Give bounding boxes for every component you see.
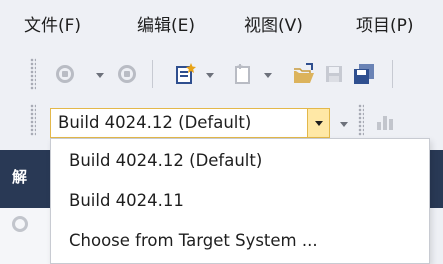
new-project-dropdown-arrow[interactable] xyxy=(206,73,214,78)
back-dropdown-arrow[interactable] xyxy=(96,73,104,78)
new-project-icon[interactable] xyxy=(174,62,198,86)
toolbar-overflow-arrow[interactable] xyxy=(340,122,348,127)
save-icon[interactable] xyxy=(324,64,344,84)
dropdown-option-build-4024-11[interactable]: Build 4024.11 xyxy=(69,185,184,217)
panel-header-glyph: 解 xyxy=(12,168,28,186)
add-item-icon[interactable] xyxy=(232,62,254,86)
add-item-dropdown-arrow[interactable] xyxy=(264,73,272,78)
toolbar-separator xyxy=(392,60,393,88)
toolbar-grip[interactable] xyxy=(358,104,364,136)
menu-project[interactable]: 项目(P) xyxy=(356,12,414,40)
menu-bar: 文件(F) 编辑(E) 视图(V) 项目(P) xyxy=(0,0,443,52)
dropdown-option-choose-from-target[interactable]: Choose from Target System ... xyxy=(69,225,318,257)
build-version-selected: Build 4024.12 (Default) xyxy=(58,113,252,132)
chevron-down-icon xyxy=(315,121,323,126)
toolbar-separator xyxy=(152,60,153,88)
back-icon[interactable] xyxy=(12,216,28,232)
open-folder-icon[interactable] xyxy=(292,62,316,86)
chart-icon[interactable] xyxy=(374,110,396,132)
dropdown-option-build-4024-12[interactable]: Build 4024.12 (Default) xyxy=(69,145,262,177)
save-all-icon[interactable] xyxy=(352,62,376,86)
toolbar-grip[interactable] xyxy=(30,104,36,136)
build-version-dropdown: Build 4024.12 (Default) Build 4024.11 Ch… xyxy=(50,138,430,264)
menu-file[interactable]: 文件(F) xyxy=(24,12,81,40)
build-version-combobox[interactable]: Build 4024.12 (Default) xyxy=(50,108,330,138)
standard-toolbar xyxy=(0,52,443,96)
combobox-dropdown-button[interactable] xyxy=(307,109,329,137)
forward-icon[interactable] xyxy=(118,65,136,83)
menu-edit[interactable]: 编辑(E) xyxy=(137,12,195,40)
toolbar-grip[interactable] xyxy=(30,58,36,90)
back-icon[interactable] xyxy=(56,65,74,83)
menu-view[interactable]: 视图(V) xyxy=(244,12,303,40)
